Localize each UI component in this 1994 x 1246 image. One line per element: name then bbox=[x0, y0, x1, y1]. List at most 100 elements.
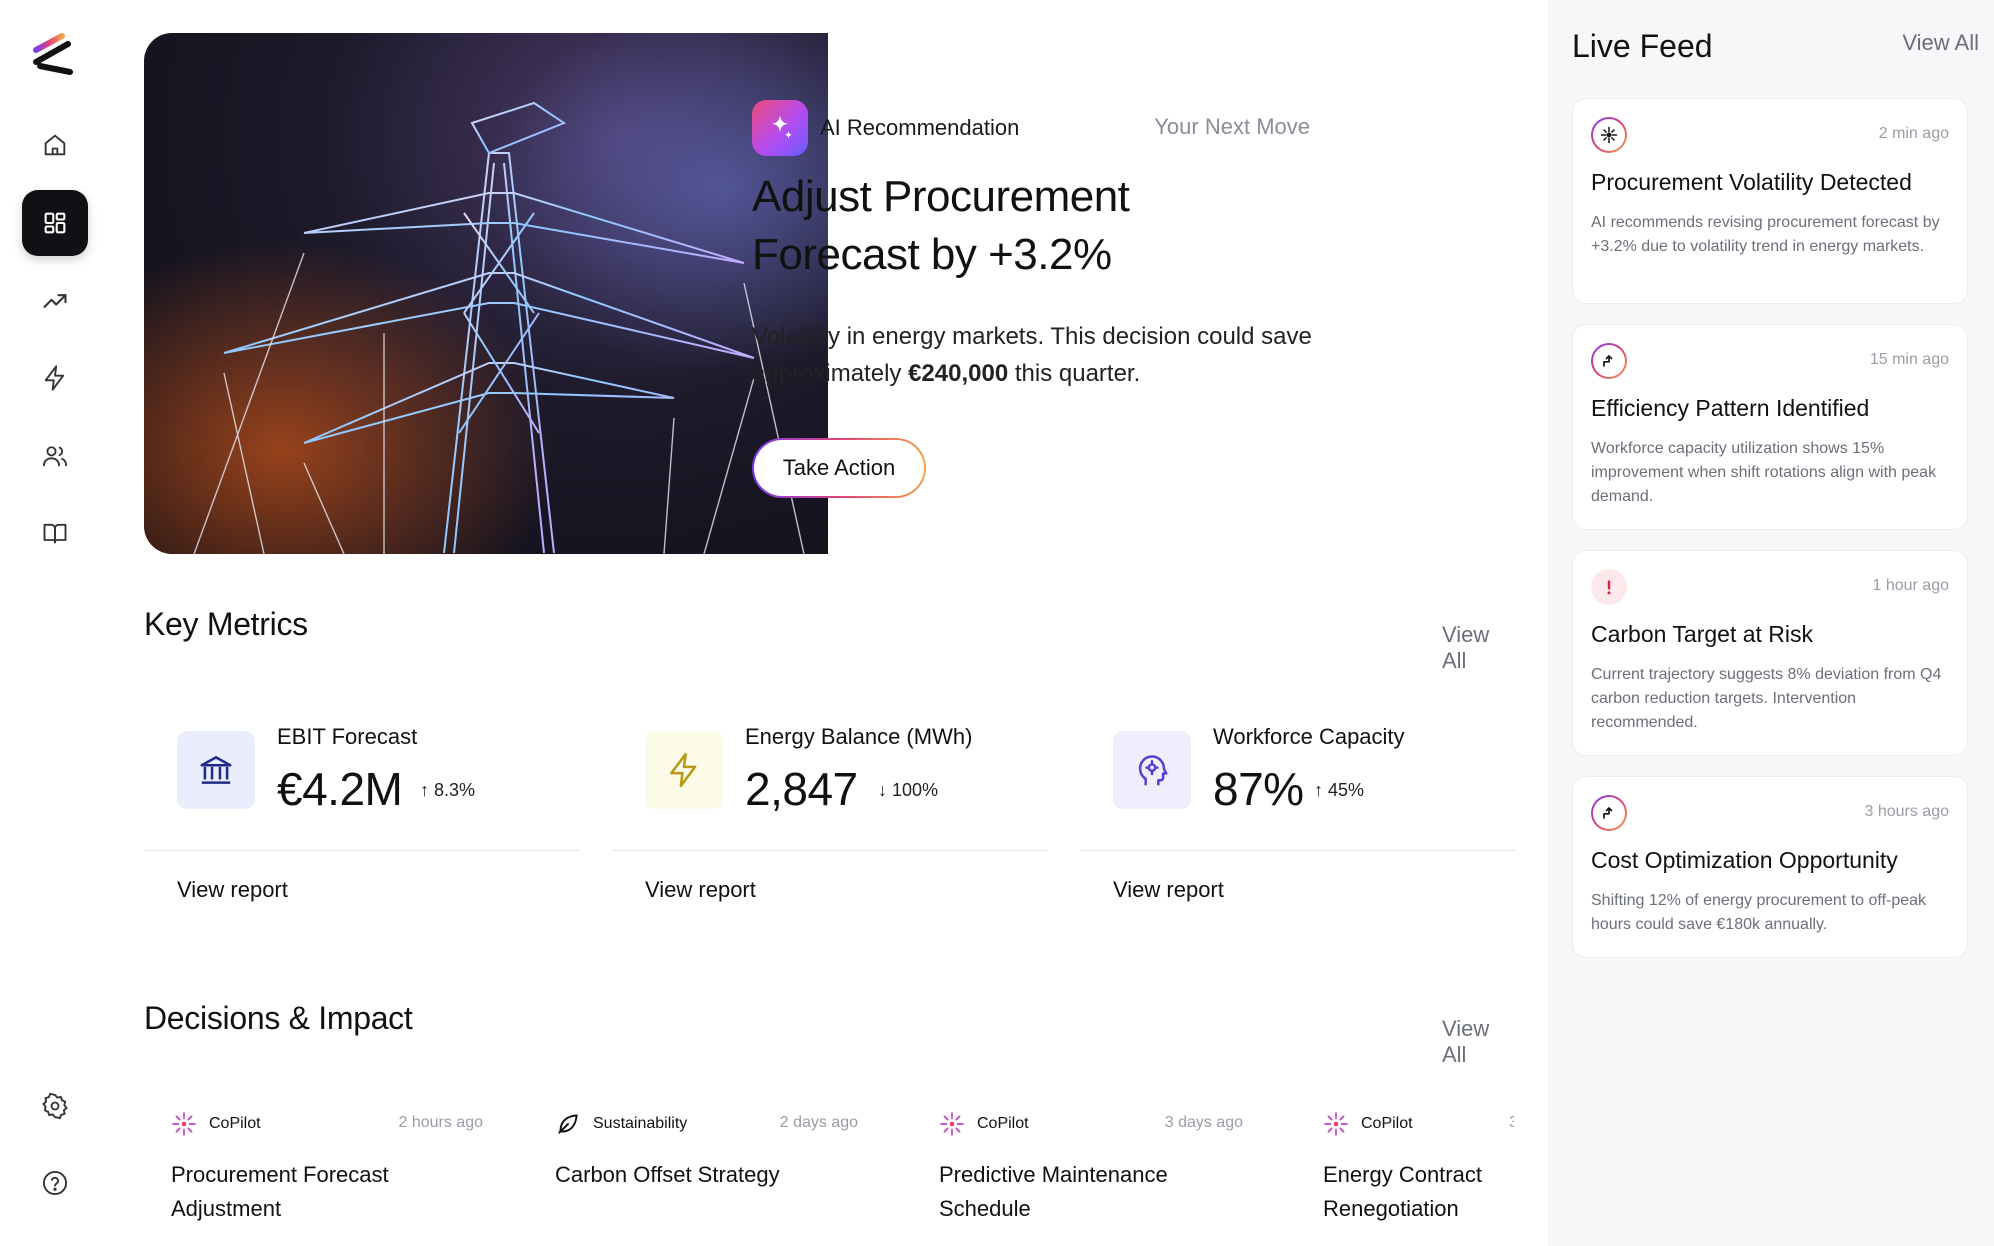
sidebar-item-energy[interactable] bbox=[22, 345, 88, 411]
brand-logo[interactable] bbox=[32, 32, 78, 78]
metric-delta-value: 100% bbox=[892, 780, 939, 800]
view-report-link[interactable]: View report bbox=[177, 877, 288, 903]
sidebar-item-dashboard[interactable] bbox=[22, 190, 88, 256]
feed-time: 1 hour ago bbox=[1872, 577, 1949, 594]
help-circle-icon bbox=[42, 1170, 68, 1196]
category-label: CoPilot bbox=[1361, 1115, 1413, 1132]
sidebar-item-team[interactable] bbox=[22, 423, 88, 489]
recommendation-label: AI Recommendation bbox=[820, 115, 1020, 140]
live-feed-title: Live Feed bbox=[1572, 28, 1713, 64]
copilot-sparkle-icon bbox=[940, 1112, 964, 1136]
sidebar-item-settings[interactable] bbox=[22, 1073, 88, 1139]
power-pylon-illustration bbox=[144, 33, 828, 554]
copilot-sparkle-icon bbox=[1324, 1112, 1348, 1136]
decision-time: 3 days ago bbox=[1164, 1114, 1243, 1131]
metric-label: Workforce Capacity bbox=[1213, 724, 1405, 749]
gear-icon bbox=[42, 1092, 68, 1120]
view-report-link[interactable]: View report bbox=[645, 877, 756, 903]
ai-recommendation-panel: AI Recommendation Your Next Move Adjust … bbox=[752, 100, 1312, 498]
recommendation-title: Adjust Procurement Forecast by +3.2% bbox=[752, 168, 1312, 284]
decision-time: 3 bbox=[1509, 1114, 1514, 1131]
feed-item-title: Efficiency Pattern Identified bbox=[1591, 395, 1870, 421]
leaf-icon bbox=[558, 1114, 578, 1134]
sidebar-item-help[interactable] bbox=[22, 1150, 88, 1216]
feed-time: 3 hours ago bbox=[1864, 803, 1949, 820]
divider bbox=[144, 850, 580, 851]
category-label: CoPilot bbox=[209, 1115, 261, 1132]
metric-delta-value: 45% bbox=[1328, 780, 1365, 800]
feed-card[interactable]: 3 hours ago Cost Optimization Opportunit… bbox=[1572, 776, 1968, 958]
sparkle-badge-icon bbox=[752, 100, 808, 156]
decision-card[interactable]: CoPilot 3 Energy Contract Renegotiation bbox=[1323, 1110, 1514, 1246]
recommendation-description: Volatility in energy markets. This decis… bbox=[752, 318, 1312, 392]
metric-label: EBIT Forecast bbox=[277, 724, 418, 749]
title-line-2: Forecast by +3.2% bbox=[752, 230, 1112, 279]
dashboard-grid-icon bbox=[44, 212, 66, 234]
next-move-label: Your Next Move bbox=[1154, 114, 1310, 139]
sidebar bbox=[0, 0, 110, 1246]
live-feed-view-all[interactable]: View All bbox=[1902, 30, 1979, 56]
home-icon bbox=[44, 134, 66, 156]
decision-card[interactable]: Sustainability 2 days ago Carbon Offset … bbox=[555, 1110, 858, 1192]
view-report-link[interactable]: View report bbox=[1113, 877, 1224, 903]
hero-image-power-pylon bbox=[144, 33, 828, 554]
trending-up-icon bbox=[43, 294, 67, 308]
arrow-up-icon: ↑ bbox=[1314, 780, 1323, 800]
feed-card[interactable]: 1 hour ago Carbon Target at Risk Current… bbox=[1572, 550, 1968, 756]
growth-arrow-icon bbox=[1591, 795, 1627, 831]
main-content: AI Recommendation Your Next Move Adjust … bbox=[144, 0, 1516, 1246]
sparkle-icon bbox=[1591, 117, 1627, 153]
decision-title: Procurement Forecast Adjustment bbox=[171, 1162, 389, 1221]
feed-item-description: Shifting 12% of energy procurement to of… bbox=[1591, 892, 1927, 933]
desc-suffix: this quarter. bbox=[1008, 360, 1141, 387]
arrow-up-icon: ↑ bbox=[420, 780, 429, 800]
metric-label: Energy Balance (MWh) bbox=[745, 724, 973, 749]
decision-time: 2 days ago bbox=[779, 1114, 858, 1131]
lightning-icon bbox=[44, 365, 65, 391]
divider bbox=[1080, 850, 1516, 851]
feed-item-title: Cost Optimization Opportunity bbox=[1591, 847, 1898, 873]
users-icon bbox=[42, 446, 68, 467]
feed-card[interactable]: 2 min ago Procurement Volatility Detecte… bbox=[1572, 98, 1968, 304]
desc-amount: €240,000 bbox=[908, 360, 1009, 387]
brain-head-icon bbox=[1113, 731, 1191, 809]
take-action-button[interactable]: Take Action bbox=[752, 438, 926, 498]
decision-category: CoPilot bbox=[1323, 1110, 1514, 1138]
decision-title: Carbon Offset Strategy bbox=[555, 1162, 780, 1187]
decision-title: Energy Contract Renegotiation bbox=[1323, 1162, 1482, 1221]
key-metrics-title: Key Metrics bbox=[144, 606, 308, 642]
decision-card[interactable]: CoPilot 3 days ago Predictive Maintenanc… bbox=[939, 1110, 1243, 1226]
metric-card-workforce-capacity: Workforce Capacity 87% ↑ 45% View report bbox=[1080, 700, 1516, 910]
feed-item-description: Current trajectory suggests 8% deviation… bbox=[1591, 666, 1942, 731]
decisions-title: Decisions & Impact bbox=[144, 1000, 413, 1036]
category-label: Sustainability bbox=[593, 1115, 688, 1132]
metric-delta: ↑ 8.3% bbox=[420, 780, 475, 801]
metric-delta: ↑ 45% bbox=[1314, 780, 1364, 801]
copilot-sparkle-icon bbox=[172, 1112, 196, 1136]
bank-icon bbox=[177, 731, 255, 809]
feed-item-description: Workforce capacity utilization shows 15%… bbox=[1591, 440, 1937, 505]
title-line-1: Adjust Procurement bbox=[752, 172, 1130, 221]
category-label: CoPilot bbox=[977, 1115, 1029, 1132]
decision-time: 2 hours ago bbox=[398, 1114, 483, 1131]
metric-card-ebit: EBIT Forecast €4.2M ↑ 8.3% View report bbox=[144, 700, 580, 910]
sidebar-item-trends[interactable] bbox=[22, 268, 88, 334]
metric-delta-value: 8.3% bbox=[434, 780, 476, 800]
feed-time: 15 min ago bbox=[1869, 351, 1949, 368]
sidebar-item-library[interactable] bbox=[22, 500, 88, 566]
metric-value: €4.2M bbox=[277, 763, 403, 815]
sidebar-item-home[interactable] bbox=[22, 112, 88, 178]
metric-card-energy-balance: Energy Balance (MWh) 2,847 ↓ 100% View r… bbox=[612, 700, 1048, 910]
decisions-view-all[interactable]: View All bbox=[1442, 1016, 1514, 1068]
feed-item-title: Carbon Target at Risk bbox=[1591, 621, 1814, 647]
feed-time: 2 min ago bbox=[1878, 125, 1949, 142]
decision-card[interactable]: CoPilot 2 hours ago Procurement Forecast… bbox=[171, 1110, 483, 1226]
feed-card[interactable]: 15 min ago Efficiency Pattern Identified… bbox=[1572, 324, 1968, 530]
growth-arrow-icon bbox=[1591, 343, 1627, 379]
divider bbox=[612, 850, 1048, 851]
key-metrics-view-all[interactable]: View All bbox=[1442, 622, 1514, 674]
arrow-down-icon: ↓ bbox=[878, 780, 887, 800]
metric-value: 2,847 bbox=[745, 763, 858, 815]
book-icon bbox=[43, 523, 67, 544]
metric-delta: ↓ 100% bbox=[878, 780, 938, 801]
